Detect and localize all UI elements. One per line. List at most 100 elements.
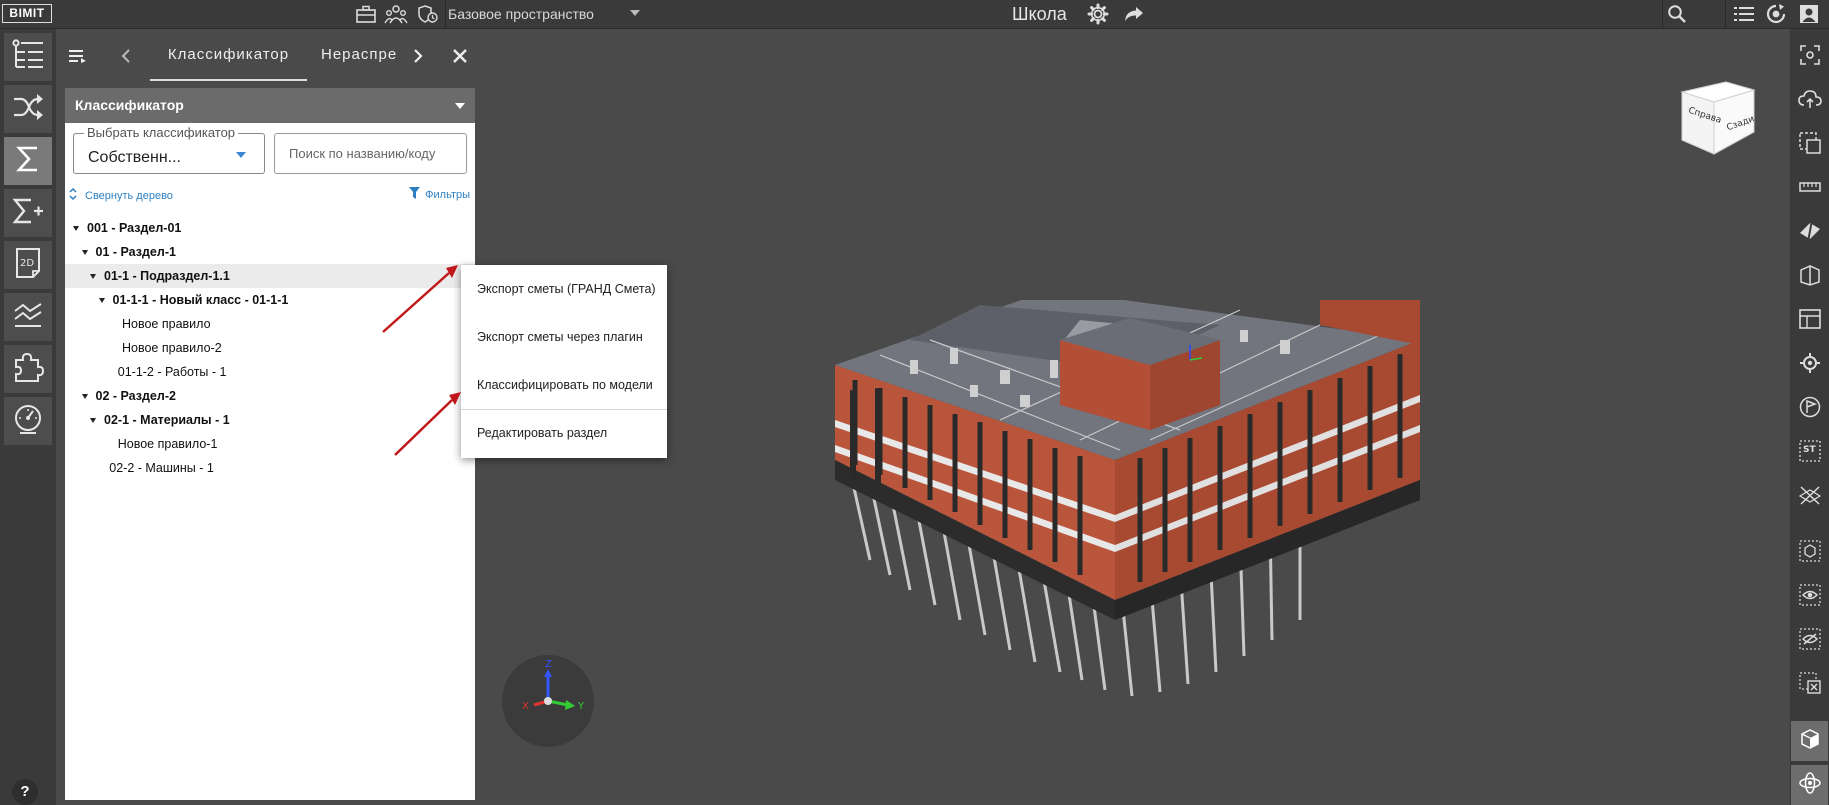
- menu-item-edit-section[interactable]: Редактировать раздел: [461, 411, 667, 455]
- show-button[interactable]: [1791, 577, 1828, 617]
- share-arrow-icon[interactable]: [1122, 3, 1146, 25]
- tree-node[interactable]: Новое правило-1: [65, 432, 475, 456]
- team-icon[interactable]: [384, 3, 408, 25]
- list-icon[interactable]: [1732, 3, 1756, 25]
- briefcase-icon[interactable]: [354, 3, 378, 25]
- search-input[interactable]: [274, 133, 467, 174]
- gear-icon[interactable]: [1086, 3, 1110, 25]
- classifier-select-label: Выбрать классификатор: [84, 125, 239, 140]
- close-icon[interactable]: [448, 45, 472, 67]
- shuffle-button[interactable]: [4, 85, 52, 133]
- orbit-button[interactable]: [1791, 765, 1828, 805]
- right-tool-rail: ST: [1790, 29, 1829, 805]
- sync-status-icon[interactable]: [1764, 3, 1788, 25]
- eye-icon: [1798, 583, 1821, 611]
- menu-item-export-plugin[interactable]: Экспорт сметы через плагин: [461, 315, 667, 359]
- tree-node[interactable]: 02 - Раздел-2: [65, 384, 475, 408]
- tree-node[interactable]: 01 - Раздел-1: [65, 240, 475, 264]
- help-button[interactable]: ?: [12, 779, 38, 805]
- 2d-drawing-button[interactable]: 2D: [4, 241, 52, 289]
- menu-divider: [461, 409, 667, 410]
- tree-node-label: 001 - Раздел-01: [87, 221, 182, 235]
- chevron-down-icon[interactable]: [630, 10, 640, 16]
- caret-down-icon[interactable]: [90, 417, 96, 423]
- filters-link[interactable]: Фильтры: [409, 187, 470, 202]
- isolate-button[interactable]: [1791, 533, 1828, 573]
- tab-classifier[interactable]: Классификатор: [150, 29, 307, 81]
- flag-button[interactable]: [1791, 389, 1828, 429]
- shield-clock-icon[interactable]: [416, 3, 440, 25]
- svg-text:ST: ST: [1803, 445, 1816, 455]
- cutting-plane-icon: [1798, 219, 1822, 248]
- tree-node[interactable]: Новое правило-2: [65, 336, 475, 360]
- tree-node[interactable]: 02-1 - Материалы - 1: [65, 408, 475, 432]
- locate-point-button[interactable]: [1791, 345, 1828, 385]
- caret-down-icon[interactable]: [81, 249, 88, 255]
- tree-node[interactable]: 01-1 - Подраздел-1.1: [65, 264, 475, 288]
- tab-unassigned[interactable]: Нераспре: [321, 29, 397, 81]
- focus-frame-button[interactable]: [1791, 37, 1828, 77]
- axis-x-label: X: [522, 701, 529, 712]
- tree-node-label: Новое правило-1: [117, 437, 218, 451]
- space-select-value: Базовое пространство: [448, 6, 594, 22]
- floor-plan-button[interactable]: [1791, 301, 1828, 341]
- puzzle-icon: [12, 351, 45, 388]
- tree-node-label: 01-1 - Подраздел-1.1: [104, 269, 230, 283]
- caret-down-icon[interactable]: [73, 225, 79, 231]
- view-cube[interactable]: Справа Сзади: [1678, 80, 1758, 162]
- hide-button[interactable]: [1791, 621, 1828, 661]
- context-menu: Экспорт сметы (ГРАНД Смета) Экспорт смет…: [461, 265, 667, 458]
- tree-node[interactable]: 01-1-1 - Новый класс - 01-1-1: [65, 288, 475, 312]
- shuffle-icon: [12, 93, 44, 126]
- menu-item-export-grand-smeta[interactable]: Экспорт сметы (ГРАНД Смета): [461, 267, 667, 311]
- clear-selection-button[interactable]: [1791, 665, 1828, 705]
- building-3d-model[interactable]: [820, 300, 1440, 710]
- panel-header[interactable]: Классификатор: [65, 88, 475, 123]
- caret-down-icon[interactable]: [90, 273, 96, 279]
- cloud-upload-icon: [1797, 89, 1822, 114]
- cloud-upload-button[interactable]: [1791, 81, 1828, 121]
- caret-down-icon[interactable]: [81, 393, 88, 399]
- ruler-button[interactable]: [1791, 169, 1828, 209]
- caret-down-icon[interactable]: [98, 297, 105, 303]
- classifier-select-value: Собственн...: [88, 149, 181, 166]
- tab-scroll-left-icon[interactable]: [114, 45, 138, 67]
- user-account-icon[interactable]: [1797, 3, 1821, 25]
- chevron-down-icon: [455, 103, 465, 109]
- classifier-select[interactable]: Выбрать классификатор Собственн...: [73, 125, 265, 174]
- search-icon[interactable]: [1665, 3, 1689, 25]
- tree-node[interactable]: 001 - Раздел-01: [65, 216, 475, 240]
- left-tool-rail: 2D ?: [0, 29, 56, 805]
- tab-scroll-right-icon[interactable]: [406, 45, 430, 67]
- tree-node-label: 02-1 - Материалы - 1: [104, 413, 230, 427]
- tree-node-label: Новое правило: [122, 317, 211, 331]
- split-view-icon: [1799, 264, 1821, 291]
- panel-tab-bar: Классификатор Нераспре: [56, 29, 474, 85]
- collapse-tree-link[interactable]: Свернуть дерево: [69, 187, 173, 204]
- plugins-button[interactable]: [4, 345, 52, 393]
- menu-list-icon[interactable]: [66, 45, 90, 67]
- gauge-icon: [12, 403, 44, 440]
- gauge-button[interactable]: [4, 397, 52, 445]
- tree-node[interactable]: 02-2 - Машины - 1: [65, 456, 475, 480]
- hide-grid-button[interactable]: [1791, 477, 1828, 517]
- tree-node[interactable]: 01-1-2 - Работы - 1: [65, 360, 475, 384]
- sigma-button[interactable]: [4, 137, 52, 185]
- tree-structure-button[interactable]: [4, 33, 52, 81]
- grid-cross-icon: [1798, 484, 1822, 511]
- space-select[interactable]: Базовое пространство: [448, 0, 648, 28]
- menu-item-classify-by-model[interactable]: Классифицировать по модели: [461, 363, 667, 407]
- section-box-button[interactable]: [1791, 125, 1828, 165]
- cutting-plane-button[interactable]: [1791, 213, 1828, 253]
- text-annotation-button[interactable]: ST: [1791, 433, 1828, 473]
- split-view-button[interactable]: [1791, 257, 1828, 297]
- chart-lines-button[interactable]: [4, 293, 52, 341]
- axis-gizmo[interactable]: Z Y X: [502, 655, 594, 747]
- filters-label: Фильтры: [425, 188, 470, 201]
- tree-node-label: Новое правило-2: [122, 341, 222, 355]
- filter-icon: [409, 187, 421, 202]
- sigma-plus-button[interactable]: [4, 189, 52, 237]
- view-mode-button[interactable]: [1791, 721, 1828, 761]
- tree-node[interactable]: Новое правило: [65, 312, 475, 336]
- focus-frame-icon: [1799, 44, 1820, 70]
